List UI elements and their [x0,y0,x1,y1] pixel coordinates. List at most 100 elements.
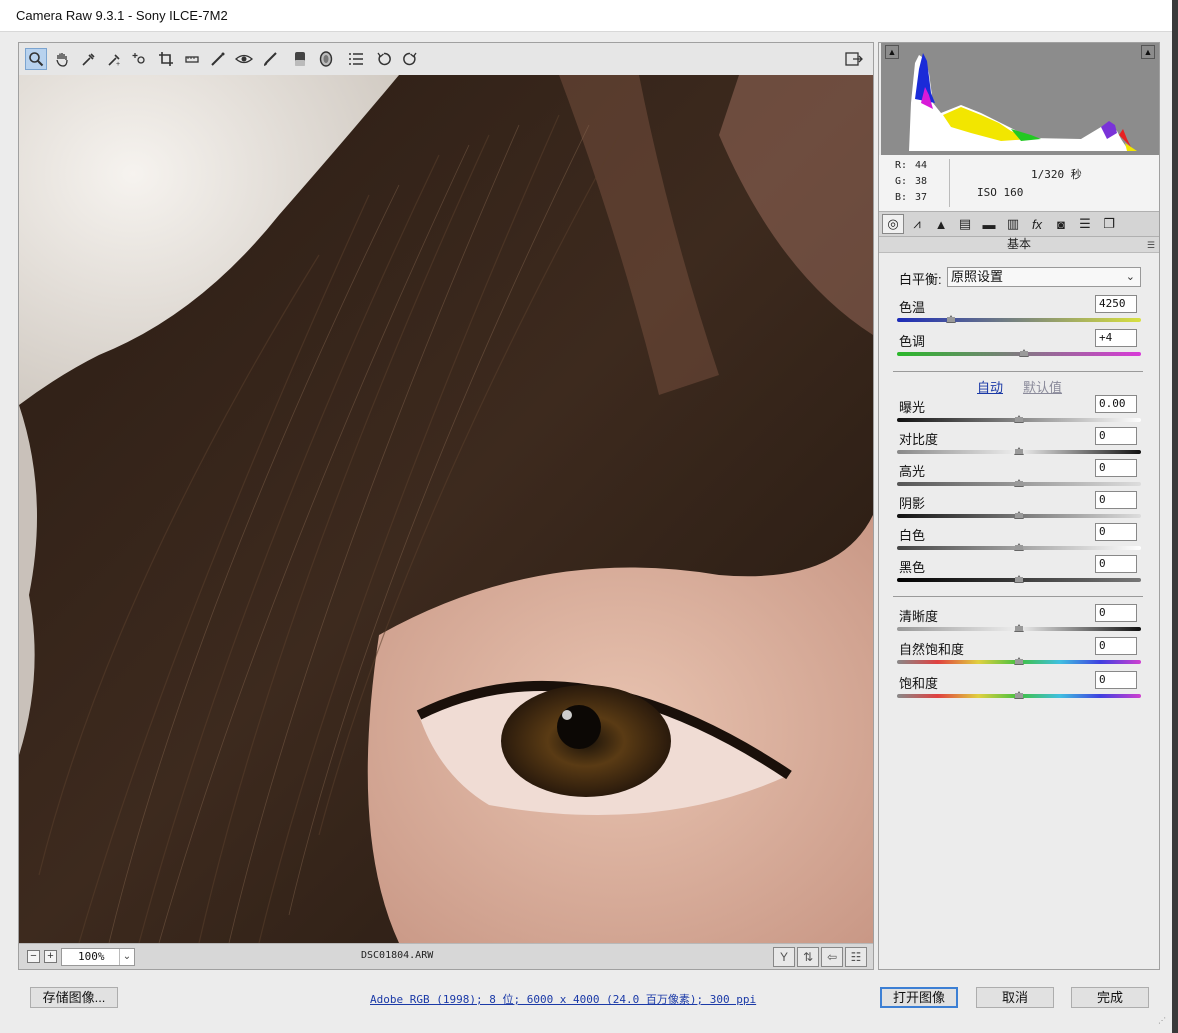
white-balance-select[interactable]: 原照设置 ⌄ [947,267,1141,287]
shadows-label: 阴影 [899,496,926,511]
highlights-slider-thumb[interactable] [1014,479,1024,487]
straighten-tool-icon[interactable] [181,48,203,70]
rotate-left-icon[interactable] [373,48,395,70]
tab-tone-curve-icon[interactable]: ⩘ [906,214,928,234]
tab-split-toning-icon[interactable]: ▬ [978,214,1000,234]
blacks-field[interactable]: 0 [1095,555,1137,573]
white-balance-label: 白平衡: [899,272,942,287]
zoom-tool-icon[interactable] [25,48,47,70]
temperature-slider[interactable] [897,318,1141,322]
shadows-slider-thumb[interactable] [1014,511,1024,519]
tab-lens-corrections-icon[interactable]: ▥ [1002,214,1024,234]
open-image-button[interactable]: 打开图像 [880,987,958,1008]
zoom-in-button[interactable]: + [44,950,57,963]
saturation-field[interactable]: 0 [1095,671,1137,689]
title-bar: Camera Raw 9.3.1 - Sony ILCE-7M2 [0,0,1172,32]
adjustments-panel: ▲ ▲ R: 44 G: 38 B: 37 1/320 秒 ISO 160 ◎ ⩘ ▲… [878,42,1160,970]
tab-detail-icon[interactable]: ▲ [930,214,952,234]
whites-label: 白色 [899,528,926,543]
toggle-settings-icon[interactable]: ☷ [845,947,867,967]
panel-menu-icon[interactable]: ☰ [1147,238,1155,253]
highlights-field[interactable]: 0 [1095,459,1137,477]
exposure-field[interactable]: 0.00 [1095,395,1137,413]
before-after-view-icon[interactable]: Y [773,947,795,967]
section-divider [893,596,1143,597]
highlights-label: 高光 [899,464,926,479]
saturation-label: 饱和度 [899,676,939,691]
temperature-field[interactable]: 4250 [1095,295,1137,313]
save-image-button[interactable]: 存储图像... [30,987,118,1008]
blue-readout: B: 37 [895,192,928,203]
copy-settings-icon[interactable]: ⇦ [821,947,843,967]
status-bar: − + 100% ⌄ DSC01804.ARW Y ⇅ ⇦ ☷ [19,943,873,969]
vibrance-field[interactable]: 0 [1095,637,1137,655]
window-edge [1172,0,1178,1033]
contrast-slider-thumb[interactable] [1014,447,1024,455]
red-readout: R: 44 [895,160,928,171]
rotate-right-icon[interactable] [399,48,421,70]
highlight-clipping-warning-icon[interactable]: ▲ [1141,45,1155,59]
preferences-icon[interactable] [345,48,367,70]
zoom-out-button[interactable]: − [27,950,40,963]
window-title: Camera Raw 9.3.1 - Sony ILCE-7M2 [16,8,228,23]
preview-panel: + − + 100% ⌄ DSC01804.ARW Y ⇅ ⇦ ☷ [18,42,874,970]
tint-slider-thumb[interactable] [1018,349,1029,357]
whites-slider-thumb[interactable] [1014,543,1024,551]
tab-effects-icon[interactable]: fx [1026,214,1048,234]
green-readout: G: 38 [895,176,928,187]
cancel-button[interactable]: 取消 [976,987,1054,1008]
default-link[interactable]: 默认值 [1023,377,1062,396]
blacks-slider-thumb[interactable] [1014,575,1024,583]
tool-bar: + [19,43,873,75]
radial-filter-icon[interactable] [315,48,337,70]
tab-camera-calibration-icon[interactable]: ◙ [1050,214,1072,234]
tab-snapshots-icon[interactable]: ❐ [1098,214,1120,234]
swap-settings-icon[interactable]: ⇅ [797,947,819,967]
exposure-label: 曝光 [899,400,926,415]
iso-value: ISO 160 [977,186,1024,199]
saturation-slider-thumb[interactable] [1014,691,1024,699]
shadows-field[interactable]: 0 [1095,491,1137,509]
photo-preview [19,75,873,943]
tab-hsl-icon[interactable]: ▤ [954,214,976,234]
hand-tool-icon[interactable] [51,48,73,70]
clarity-label: 清晰度 [899,609,939,624]
panel-tabs: ◎ ⩘ ▲ ▤ ▬ ▥ fx ◙ ☰ ❐ [879,211,1159,237]
crop-tool-icon[interactable] [155,48,177,70]
white-balance-tool-icon[interactable] [77,48,99,70]
tab-basic-icon[interactable]: ◎ [882,214,904,234]
adjustment-brush-icon[interactable] [259,48,281,70]
red-eye-tool-icon[interactable] [233,48,255,70]
chevron-down-icon: ⌄ [1125,271,1135,283]
clarity-field[interactable]: 0 [1095,604,1137,622]
file-name: DSC01804.ARW [361,950,434,961]
section-divider [893,371,1143,372]
image-info: R: 44 G: 38 B: 37 1/320 秒 ISO 160 [879,155,1159,211]
vibrance-label: 自然饱和度 [899,642,965,657]
workflow-options-link[interactable]: Adobe RGB (1998); 8 位; 6000 x 4000 (24.0… [370,991,756,1007]
spot-removal-tool-icon[interactable] [207,48,229,70]
temperature-slider-thumb[interactable] [945,315,956,323]
zoom-dropdown-icon[interactable]: ⌄ [119,949,134,965]
info-divider [949,159,950,207]
contrast-field[interactable]: 0 [1095,427,1137,445]
vibrance-slider-thumb[interactable] [1014,657,1024,665]
resize-grip-icon[interactable]: ⋰ [1158,1016,1166,1025]
tab-presets-icon[interactable]: ☰ [1074,214,1096,234]
image-preview[interactable] [19,75,873,943]
graduated-filter-icon[interactable] [289,48,311,70]
shutter-speed: 1/320 秒 [1031,168,1082,181]
whites-field[interactable]: 0 [1095,523,1137,541]
done-button[interactable]: 完成 [1071,987,1149,1008]
shadow-clipping-warning-icon[interactable]: ▲ [885,45,899,59]
targeted-adjustment-tool-icon[interactable] [129,48,151,70]
exposure-slider-thumb[interactable] [1014,415,1024,423]
panel-title: 基本 ☰ [879,237,1159,253]
fullscreen-toggle-icon[interactable] [843,48,865,70]
temperature-label: 色温 [899,300,926,315]
auto-link[interactable]: 自动 [977,377,1003,396]
clarity-slider-thumb[interactable] [1014,624,1024,632]
color-sampler-tool-icon[interactable]: + [103,48,125,70]
tint-field[interactable]: +4 [1095,329,1137,347]
histogram: ▲ ▲ [881,43,1159,155]
